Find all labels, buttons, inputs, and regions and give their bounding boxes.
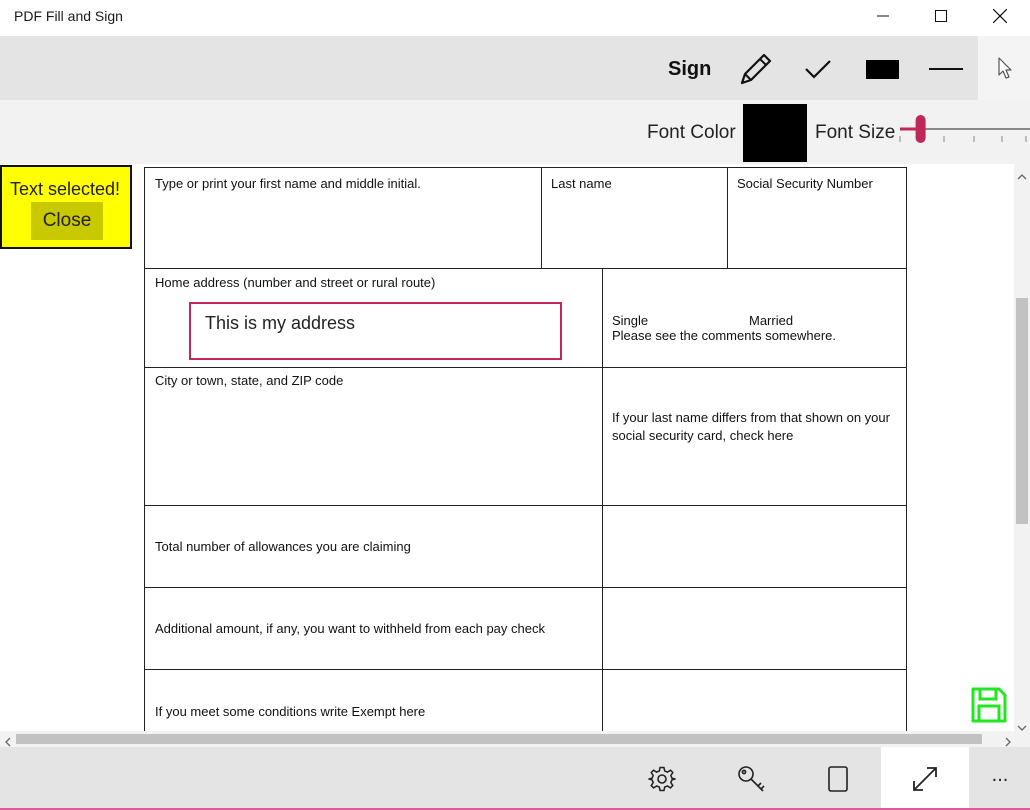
address-text-annotation[interactable]: This is my address (189, 302, 562, 360)
page-icon (828, 766, 848, 792)
last-name-label: Last name (551, 176, 612, 191)
scroll-up-arrow[interactable] (1017, 168, 1027, 186)
fullscreen-button[interactable] (906, 762, 944, 796)
font-color-swatch[interactable] (743, 104, 807, 162)
maximize-icon (935, 10, 947, 22)
allowances-label: Total number of allowances you are claim… (155, 539, 411, 554)
close-icon (993, 9, 1007, 23)
page-button[interactable] (824, 762, 852, 796)
single-label: Single (612, 313, 649, 328)
ssn-cell[interactable]: Social Security Number (727, 167, 907, 269)
city-label: City or town, state, and ZIP code (155, 373, 344, 388)
rectangle-tool-button[interactable] (866, 60, 899, 79)
additional-amount-input-cell[interactable] (602, 587, 907, 670)
settings-button[interactable] (645, 762, 679, 796)
font-size-label: Font Size (815, 122, 896, 143)
additional-amount-label-cell: Additional amount, if any, you want to w… (144, 587, 603, 670)
font-size-slider-thumb (915, 115, 926, 143)
maximize-button[interactable] (918, 0, 964, 32)
chevron-left-icon (5, 737, 11, 747)
app-title: PDF Fill and Sign (14, 8, 123, 24)
last-name-note-line1: If your last name differs from that show… (612, 410, 890, 425)
exempt-label: If you meet some conditions write Exempt… (155, 704, 426, 719)
first-name-label: Type or print your first name and middle… (155, 176, 421, 191)
bottom-app-bar (0, 747, 1030, 810)
chevron-up-icon (1017, 174, 1027, 180)
save-icon (971, 687, 1007, 723)
pdf-document-view[interactable]: Type or print your first name and middle… (0, 164, 1030, 732)
ssn-label: Social Security Number (737, 176, 873, 191)
city-cell[interactable]: City or town, state, and ZIP code (144, 367, 603, 506)
key-button[interactable] (734, 762, 768, 796)
last-name-cell[interactable]: Last name (541, 167, 728, 269)
popup-message: Text selected! (10, 179, 121, 199)
exempt-input-cell[interactable] (602, 669, 907, 732)
font-color-label: Font Color (647, 122, 736, 143)
pencil-icon (740, 53, 772, 85)
horizontal-scrollbar-thumb[interactable] (16, 734, 982, 744)
sign-button[interactable]: Sign (668, 58, 711, 81)
married-label: Married (749, 313, 794, 328)
vertical-scrollbar-thumb[interactable] (1016, 298, 1028, 524)
allowances-label-cell: Total number of allowances you are claim… (144, 505, 603, 588)
minimize-button[interactable] (860, 0, 906, 32)
home-address-label: Home address (number and street or rural… (155, 275, 436, 290)
check-tool-button[interactable] (800, 52, 836, 86)
popup-close-button[interactable]: Close (31, 202, 103, 240)
checkmark-icon (805, 60, 831, 79)
last-name-check-cell[interactable]: If your last name differs from that show… (602, 367, 907, 506)
pointer-tool-button[interactable] (994, 54, 1016, 82)
exempt-label-cell: If you meet some conditions write Exempt… (144, 669, 603, 732)
minimize-icon (877, 15, 889, 17)
close-window-button[interactable] (977, 0, 1023, 32)
chevron-right-icon (1005, 737, 1011, 747)
key-icon (738, 766, 765, 792)
first-name-cell[interactable]: Type or print your first name and middle… (144, 167, 542, 269)
settings-icon (648, 766, 676, 792)
text-selected-popup: Text selected! Close (0, 165, 132, 249)
more-button[interactable]: ... (987, 764, 1013, 790)
address-text[interactable]: This is my address (205, 313, 355, 334)
save-button[interactable] (970, 686, 1008, 724)
pencil-tool-button[interactable] (736, 50, 776, 88)
marital-status-cell[interactable]: Single Married Please see the comments s… (602, 268, 907, 368)
additional-amount-label: Additional amount, if any, you want to w… (155, 621, 545, 636)
pointer-icon (998, 57, 1012, 79)
font-size-slider[interactable] (898, 110, 1030, 154)
comments-note: Please see the comments somewhere. (612, 328, 836, 343)
last-name-note-line2: social security card, check here (612, 428, 794, 443)
fullscreen-icon (913, 767, 937, 791)
line-tool-button[interactable] (929, 68, 963, 70)
allowances-input-cell[interactable] (602, 505, 907, 588)
